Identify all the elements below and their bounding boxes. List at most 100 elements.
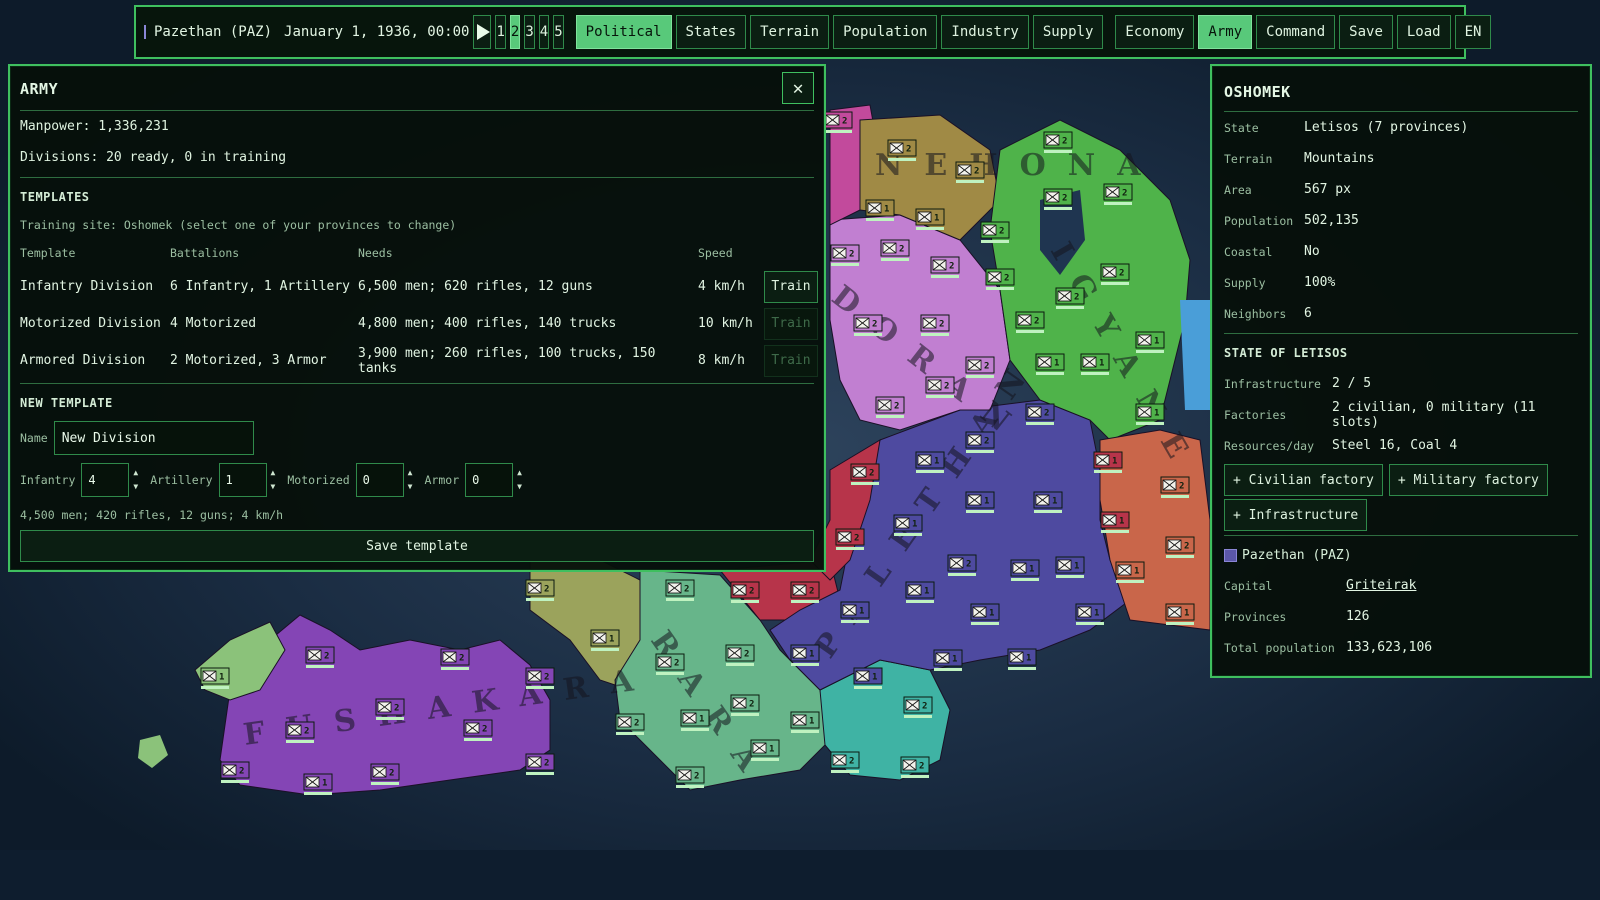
speed-button-2[interactable]: 2 (509, 15, 521, 49)
artillery-spin[interactable]: ▲ ▼ (271, 466, 276, 494)
svg-text:1: 1 (219, 673, 224, 683)
value: 133,623,106 (1346, 640, 1433, 655)
save-template-button[interactable]: Save template (20, 530, 814, 562)
train-armored-button[interactable]: Train (764, 344, 818, 377)
svg-text:2: 2 (939, 320, 944, 330)
chevron-up-icon[interactable]: ▲ (271, 466, 276, 480)
template-needs: 3,900 men; 260 rifles, 100 trucks, 150 t… (358, 345, 656, 376)
speed-button-3[interactable]: 3 (524, 15, 535, 49)
speed-button-5[interactable]: 5 (553, 15, 564, 49)
army-button[interactable]: Army (1198, 15, 1253, 49)
state-heading: STATE OF LETISOS (1224, 346, 1348, 360)
value: 126 (1346, 609, 1370, 624)
infantry-stepper: ▲▼ (81, 463, 138, 497)
region-sky[interactable] (1180, 300, 1210, 410)
infantry-input[interactable] (81, 463, 130, 497)
svg-text:2: 2 (894, 402, 899, 412)
mode-states-button[interactable]: States (675, 15, 747, 49)
add-military-factory-button[interactable]: + Military factory (1388, 464, 1548, 496)
svg-text:1: 1 (322, 779, 327, 789)
map-label-nehona: NEHONA (875, 148, 1162, 183)
svg-text:2: 2 (749, 700, 754, 710)
artillery-label: Artillery (150, 473, 213, 487)
speed-button-4[interactable]: 4 (538, 15, 550, 49)
svg-text:2: 2 (694, 772, 699, 782)
artillery-input[interactable] (218, 463, 267, 497)
train-motorized-button[interactable]: Train (764, 307, 818, 340)
chevron-down-icon[interactable]: ▼ (517, 480, 522, 494)
label: Supply (1224, 275, 1266, 290)
chevron-up-icon[interactable]: ▲ (133, 466, 138, 480)
svg-text:2: 2 (1062, 137, 1067, 147)
mode-political-button[interactable]: Political (575, 15, 672, 49)
svg-text:2: 2 (906, 145, 911, 155)
svg-text:2: 2 (849, 757, 854, 767)
train-infantry-button[interactable]: Train (764, 270, 818, 303)
label: Coastal (1224, 244, 1273, 259)
add-civilian-factory-button[interactable]: + Civilian factory (1224, 464, 1383, 496)
svg-text:2: 2 (394, 704, 399, 714)
new-template-heading: NEW TEMPLATE (20, 396, 113, 410)
play-button[interactable] (473, 15, 492, 49)
template-name-input[interactable] (53, 421, 254, 455)
command-button[interactable]: Command (1256, 15, 1336, 49)
svg-text:2: 2 (684, 585, 689, 595)
chevron-up-icon[interactable]: ▲ (517, 466, 522, 480)
capital-link[interactable]: Griteirak (1346, 578, 1578, 593)
svg-text:1: 1 (989, 609, 994, 619)
province-supply-row: Supply 100% (1224, 267, 1578, 298)
svg-text:1: 1 (872, 673, 877, 683)
chevron-down-icon[interactable]: ▼ (271, 480, 276, 494)
close-army-button[interactable]: ✕ (782, 72, 814, 104)
chevron-down-icon[interactable]: ▼ (133, 480, 138, 494)
svg-text:1: 1 (1134, 567, 1139, 577)
close-icon: ✕ (792, 77, 804, 99)
mode-terrain-button[interactable]: Terrain (750, 15, 830, 49)
template-speed: 8 km/h (698, 353, 745, 368)
label: Total population (1224, 640, 1335, 655)
armor-input[interactable] (465, 463, 514, 497)
motorized-spin[interactable]: ▲ ▼ (408, 466, 413, 494)
speed-button-1[interactable]: 1 (495, 15, 506, 49)
army-header: ARMY ✕ (20, 72, 814, 111)
add-infrastructure-button[interactable]: + Infrastructure (1224, 499, 1368, 531)
infantry-label: Infantry (20, 473, 76, 487)
svg-text:2: 2 (634, 719, 639, 729)
template-needs: 6,500 men; 620 rifles, 12 guns (358, 279, 593, 294)
map-bottom-band (0, 850, 1600, 900)
name-label: Name (20, 431, 48, 445)
save-button[interactable]: Save (1339, 15, 1393, 49)
country-flag-icon (144, 25, 146, 39)
owner-provinces-row: Provinces 126 (1224, 601, 1578, 632)
mode-population-button[interactable]: Population (833, 15, 938, 49)
state-resources-row: Resources/day Steel 16, Coal 4 (1224, 430, 1578, 461)
template-row: Infantry Division 6 Infantry, 1 Artiller… (20, 268, 818, 305)
divider (1224, 535, 1578, 536)
country-name[interactable]: Pazethan (PAZ) (154, 24, 272, 40)
svg-text:2: 2 (922, 702, 927, 712)
svg-text:1: 1 (1094, 609, 1099, 619)
label: Neighbors (1224, 306, 1287, 321)
chevron-up-icon[interactable]: ▲ (408, 466, 413, 480)
language-button[interactable]: EN (1454, 15, 1492, 49)
templates-table-header: Template Battalions Needs Speed (20, 238, 814, 268)
chevron-down-icon[interactable]: ▼ (408, 480, 413, 494)
mode-supply-button[interactable]: Supply (1032, 15, 1104, 49)
state-factories-row: Factories 2 civilian, 0 military (11 slot… (1224, 399, 1578, 430)
infantry-spin[interactable]: ▲ ▼ (133, 466, 138, 494)
armor-spin[interactable]: ▲ ▼ (517, 466, 522, 494)
label: Population (1224, 213, 1294, 228)
svg-text:1: 1 (1026, 654, 1031, 664)
svg-text:1: 1 (1052, 497, 1057, 507)
owner-country: Pazethan (PAZ) (1224, 540, 1578, 570)
value: 100% (1304, 275, 1336, 290)
economy-button[interactable]: Economy (1115, 15, 1195, 49)
svg-text:1: 1 (769, 745, 774, 755)
motorized-input[interactable] (355, 463, 404, 497)
province-title: OSHOMEK (1224, 78, 1578, 112)
svg-text:2: 2 (1044, 409, 1049, 419)
svg-text:2: 2 (949, 262, 954, 272)
load-button[interactable]: Load (1396, 15, 1451, 49)
mode-industry-button[interactable]: Industry (941, 15, 1029, 49)
battalion-counts-row: Infantry ▲▼ Artillery ▲▼ Motorized ▲▼ Ar… (20, 460, 814, 500)
